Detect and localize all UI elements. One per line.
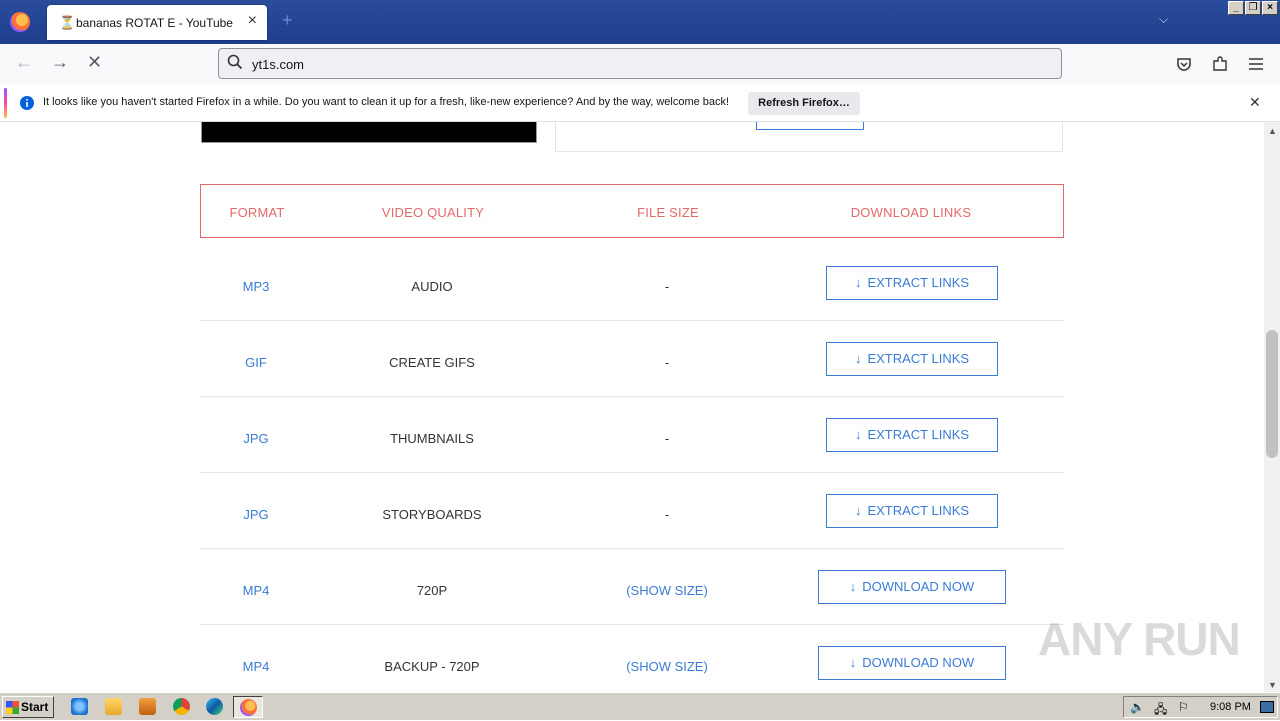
video-info-box	[555, 122, 1063, 152]
extensions-puzzle-icon[interactable]	[1211, 55, 1229, 73]
notification-bar: It looks like you haven't started Firefo…	[0, 84, 1280, 122]
download-now-button[interactable]: ↓ DOWNLOAD NOW	[818, 646, 1006, 680]
table-header: FORMAT VIDEO QUALITY FILE SIZE DOWNLOAD …	[200, 184, 1064, 238]
window-close-button[interactable]: ×	[1262, 1, 1278, 15]
firefox-menu-icon[interactable]	[10, 12, 30, 32]
header-format: FORMAT	[229, 205, 285, 220]
clock: 9:08 PM	[1210, 701, 1251, 713]
edge-icon[interactable]	[206, 698, 223, 715]
download-now-button[interactable]: ↓ DOWNLOAD NOW	[818, 570, 1006, 604]
tab-active[interactable]: ⏳ bananas ROTAT E - YouTube ×	[47, 5, 267, 40]
action-center-flag-icon[interactable]: ⚐	[1178, 700, 1189, 714]
table-row: GIF CREATE GIFS - ↓ EXTRACT LINKS	[200, 321, 1064, 397]
header-download-links: DOWNLOAD LINKS	[850, 205, 972, 220]
notification-close-icon[interactable]: ✕	[1249, 94, 1261, 111]
show-desktop-icon[interactable]	[1260, 701, 1274, 713]
refresh-firefox-button[interactable]: Refresh Firefox…	[748, 92, 860, 115]
button-label: EXTRACT LINKS	[867, 427, 970, 442]
internet-explorer-icon[interactable]	[71, 698, 88, 715]
table-row: JPG STORYBOARDS - ↓ EXTRACT LINKS	[200, 473, 1064, 549]
media-player-icon[interactable]	[139, 698, 156, 715]
row-size: -	[664, 431, 670, 446]
search-icon	[227, 54, 243, 70]
extract-links-button[interactable]: ↓ EXTRACT LINKS	[826, 342, 998, 376]
table-row: MP4 720P (SHOW SIZE) ↓ DOWNLOAD NOW	[200, 549, 1064, 625]
button-label: EXTRACT LINKS	[867, 503, 970, 518]
show-size-link[interactable]: (SHOW SIZE)	[567, 583, 767, 598]
url-text: yt1s.com	[252, 57, 305, 72]
show-size-link[interactable]: (SHOW SIZE)	[567, 659, 767, 674]
tab-title: bananas ROTAT E - YouTube	[76, 16, 233, 30]
scroll-down-icon[interactable]: ▼	[1268, 680, 1277, 690]
extract-links-button[interactable]: ↓ EXTRACT LINKS	[826, 266, 998, 300]
tab-close-icon[interactable]: ×	[248, 12, 257, 30]
scroll-up-icon[interactable]: ▲	[1268, 126, 1277, 136]
back-arrow-icon[interactable]: ←	[15, 52, 33, 73]
row-format: MP4	[242, 659, 270, 674]
row-quality: 720P	[416, 583, 448, 598]
list-all-tabs-icon[interactable]: ⌵	[1159, 12, 1168, 27]
anyrun-watermark: ANY RUN	[1038, 613, 1241, 665]
loading-hourglass-icon: ⏳	[59, 15, 76, 30]
window-minimize-button[interactable]: _	[1228, 1, 1244, 15]
arrow-down-icon: ↓	[854, 275, 862, 290]
notification-accent	[4, 88, 7, 118]
row-size: -	[664, 279, 670, 294]
extract-links-button[interactable]: ↓ EXTRACT LINKS	[826, 494, 998, 528]
address-bar[interactable]: yt1s.com	[218, 48, 1062, 79]
arrow-down-icon: ↓	[854, 351, 862, 366]
video-thumbnail	[201, 122, 537, 143]
table-row: JPG THUMBNAILS - ↓ EXTRACT LINKS	[200, 397, 1064, 473]
page-content: FORMAT VIDEO QUALITY FILE SIZE DOWNLOAD …	[0, 122, 1264, 692]
volume-icon[interactable]: 🔈	[1130, 700, 1145, 714]
row-format: JPG	[243, 431, 269, 446]
file-explorer-icon[interactable]	[105, 698, 122, 715]
row-quality: STORYBOARDS	[382, 507, 482, 522]
start-button[interactable]: Start	[2, 696, 54, 718]
chrome-icon[interactable]	[173, 698, 190, 715]
row-quality: CREATE GIFS	[389, 355, 475, 370]
button-label: DOWNLOAD NOW	[862, 579, 975, 594]
arrow-down-icon: ↓	[854, 427, 862, 442]
table-row: MP3 AUDIO - ↓ EXTRACT LINKS	[200, 245, 1064, 321]
table-row: MP4 BACKUP - 720P (SHOW SIZE) ↓ DOWNLOAD …	[200, 625, 1064, 692]
row-format: GIF	[245, 355, 267, 370]
row-quality: AUDIO	[411, 279, 453, 294]
button-label: EXTRACT LINKS	[867, 275, 970, 290]
header-file-size: FILE SIZE	[637, 205, 699, 220]
row-format: MP4	[242, 583, 270, 598]
hamburger-menu-icon[interactable]	[1247, 55, 1265, 73]
system-tray: 🔈 🖧 ⚐ 9:08 PM	[1123, 696, 1278, 718]
button-label: EXTRACT LINKS	[867, 351, 970, 366]
stop-loading-icon[interactable]: ✕	[87, 52, 102, 73]
info-icon	[20, 96, 34, 110]
tab-bar: ⏳ bananas ROTAT E - YouTube × + ⌵ _ ❐ ×	[0, 0, 1280, 44]
arrow-down-icon: ↓	[849, 579, 857, 594]
row-quality: THUMBNAILS	[390, 431, 474, 446]
row-format: MP3	[242, 279, 270, 294]
row-size: -	[664, 355, 670, 370]
new-tab-icon[interactable]: +	[282, 10, 293, 31]
row-format: JPG	[243, 507, 269, 522]
arrow-down-icon: ↓	[854, 503, 862, 518]
row-size: -	[664, 507, 670, 522]
start-label: Start	[21, 700, 49, 714]
window-restore-button[interactable]: ❐	[1245, 1, 1261, 15]
extract-links-button[interactable]: ↓ EXTRACT LINKS	[826, 418, 998, 452]
button-label: DOWNLOAD NOW	[862, 655, 975, 670]
arrow-down-icon: ↓	[849, 655, 857, 670]
network-icon[interactable]: 🖧	[1154, 700, 1167, 721]
row-quality: BACKUP - 720P	[384, 659, 480, 674]
windows-taskbar: Start 🔈 🖧 ⚐ 9:08 PM	[0, 692, 1280, 720]
scrollbar-thumb[interactable]	[1266, 330, 1278, 458]
convert-button[interactable]	[756, 122, 864, 130]
pocket-icon[interactable]	[1175, 55, 1193, 73]
notification-message: It looks like you haven't started Firefo…	[43, 96, 730, 108]
windows-logo-icon	[6, 701, 19, 714]
header-video-quality: VIDEO QUALITY	[381, 205, 485, 220]
forward-arrow-icon[interactable]: →	[51, 52, 69, 73]
firefox-icon	[240, 699, 257, 716]
taskbar-firefox-button[interactable]	[233, 696, 263, 718]
